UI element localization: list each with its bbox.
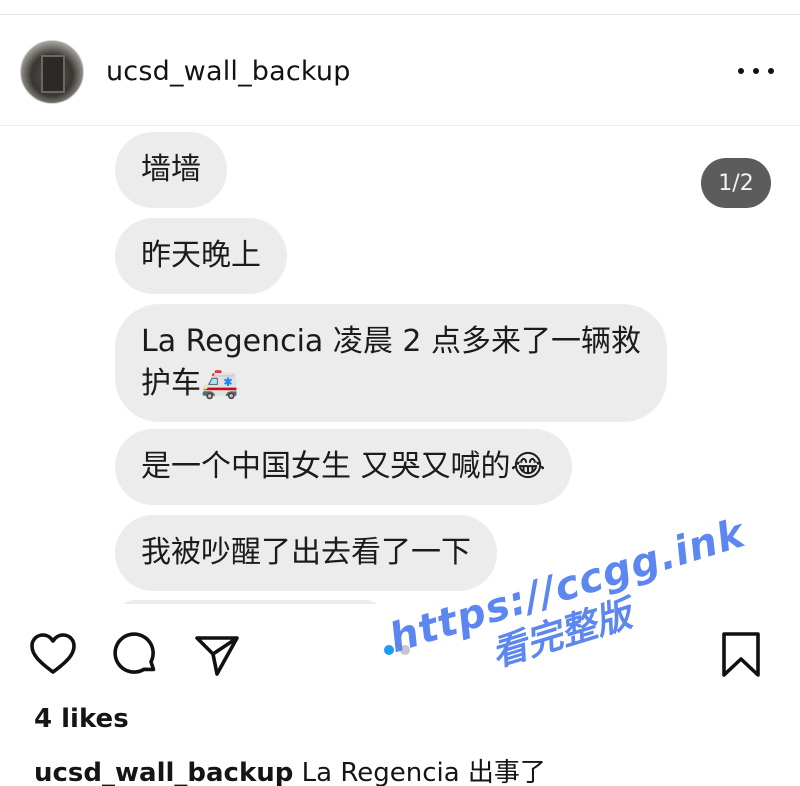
chat-bubble: 昨天晚上 [115,218,287,294]
chat-bubble: 墙墙 [115,132,227,208]
send-icon[interactable] [192,630,242,680]
top-divider [0,14,800,15]
caption-username[interactable]: ucsd_wall_backup [34,758,293,786]
comment-icon[interactable] [110,630,160,680]
avatar-image-detail [41,55,65,93]
chat-bubble: 我被吵醒了出去看了一下 [115,515,497,591]
chat-bubble: 是一个中国女生 又哭又喊的😂 [115,429,572,505]
bookmark-icon[interactable] [716,630,766,680]
caption-text: La Regencia 出事了 [293,758,546,786]
more-options-icon[interactable] [738,56,774,86]
heart-icon[interactable] [28,630,78,680]
chat-bubble: La Regencia 凌晨 2 点多来了一辆救 护车🚑 [115,304,668,422]
username[interactable]: ucsd_wall_backup [106,56,351,87]
caption: ucsd_wall_backup La Regencia 出事了 [34,752,546,786]
carousel-counter: 1/2 [701,158,771,208]
avatar[interactable] [20,40,84,104]
likes-count[interactable]: 4 likes [34,704,129,734]
chat-bubble-partial [115,600,385,604]
post-header: ucsd_wall_backup [0,36,800,108]
